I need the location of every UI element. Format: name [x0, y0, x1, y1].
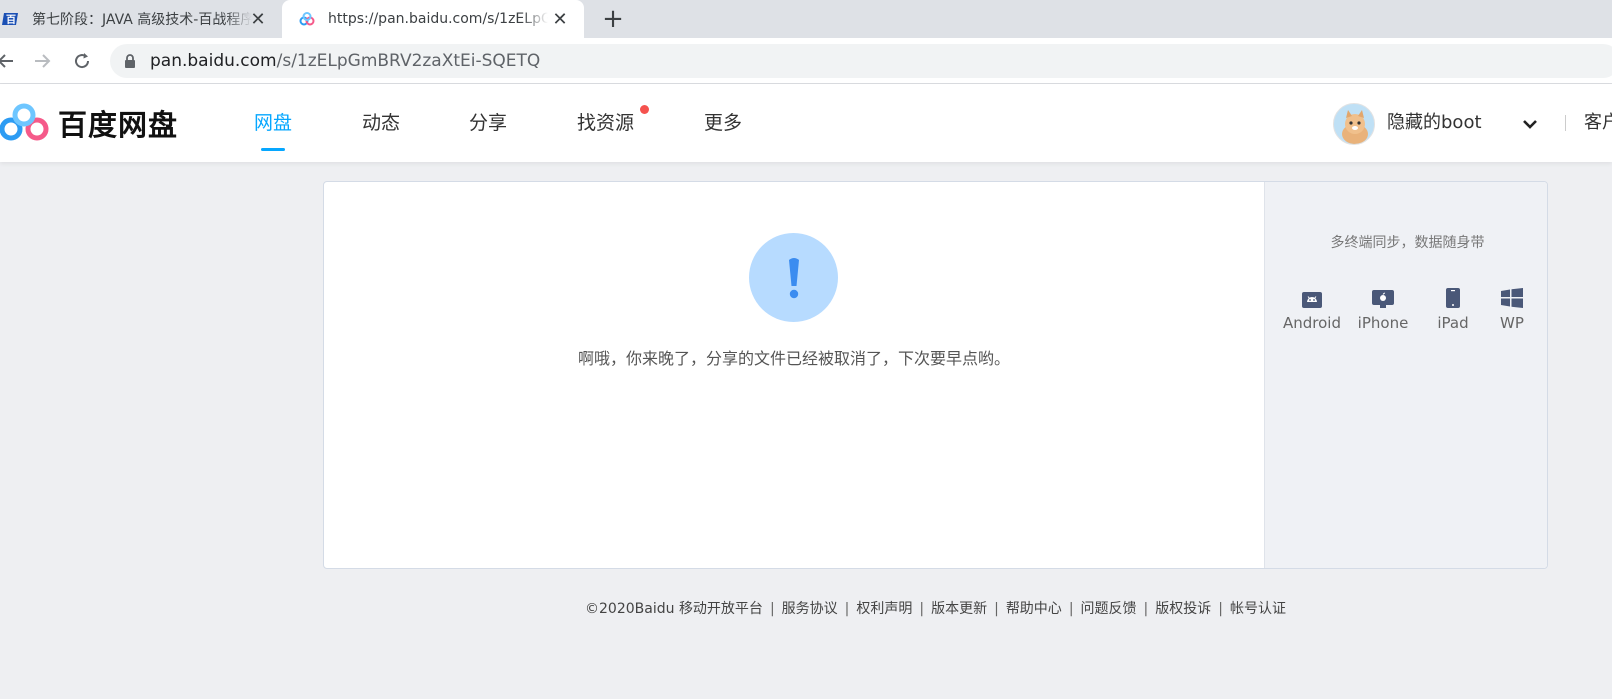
- footer-link-feedback[interactable]: 问题反馈: [1081, 601, 1137, 617]
- error-message: 啊哦，你来晚了，分享的文件已经被取消了，下次要早点哟。: [577, 349, 1010, 368]
- svg-text:百: 百: [6, 14, 16, 26]
- baidu-pan-logo[interactable]: 百度网盘: [0, 102, 178, 144]
- baizhan-favicon-icon: 百: [2, 10, 20, 28]
- nav-item-fenxiang[interactable]: 分享: [469, 108, 507, 138]
- share-error-card: 啊哦，你来晚了，分享的文件已经被取消了，下次要早点哟。 多终端同步，数据随身带 …: [323, 181, 1548, 569]
- username[interactable]: 隐藏的boot: [1387, 108, 1482, 138]
- footer-link-rights[interactable]: 权利声明: [856, 601, 912, 617]
- exclamation-icon: [749, 233, 838, 322]
- reload-icon[interactable]: [68, 47, 96, 75]
- client-download-link[interactable]: 客户端: [1584, 108, 1612, 138]
- footer-separator: |: [1068, 601, 1074, 617]
- browser-tab-java[interactable]: 百 第七阶段：JAVA 高级技术-百战程序员 ✕: [0, 0, 282, 38]
- platform-iphone[interactable]: iPhone: [1348, 282, 1418, 332]
- footer-link-account-verify[interactable]: 帐号认证: [1230, 601, 1286, 617]
- error-panel: 啊哦，你来晚了，分享的文件已经被取消了，下次要早点哟。: [324, 182, 1264, 568]
- footer-separator: |: [919, 601, 925, 617]
- sidebar-title: 多终端同步，数据随身带: [1330, 235, 1485, 251]
- footer-separator: |: [1143, 601, 1149, 617]
- nav-item-gengduo[interactable]: 更多: [704, 108, 742, 138]
- nav-item-wangpan[interactable]: 网盘: [254, 108, 292, 138]
- footer-separator: |: [994, 601, 999, 617]
- new-tab-icon[interactable]: +: [598, 4, 628, 34]
- footer-separator: |: [1218, 601, 1223, 617]
- forward-icon[interactable]: [28, 47, 56, 75]
- baidu-pan-favicon-icon: [298, 10, 316, 28]
- footer: ©2020Baidu 移动开放平台 | 服务协议 | 权利声明 | 版本更新 | 帮助中心 | 问题…: [323, 598, 1548, 618]
- nav-badge-dot: [640, 105, 649, 114]
- url-path: /s/1zELpGmBRV2zaXtEi-SQETQ: [276, 51, 541, 71]
- nav-item-zhaoziyuan[interactable]: 找资源: [577, 108, 634, 138]
- cat-avatar-icon: [1334, 104, 1374, 144]
- site-header: 百度网盘 网盘 动态 分享 找资源 更多 隐藏的boot 客户端: [0, 84, 1612, 162]
- avatar[interactable]: [1333, 103, 1375, 145]
- footer-separator: |: [769, 601, 775, 617]
- back-icon[interactable]: [0, 47, 20, 75]
- app-download-sidebar: 多终端同步，数据随身带 Android iPhone iPad WP: [1264, 182, 1547, 568]
- tab-title: 第七阶段：JAVA 高级技术-百战程序员: [32, 12, 252, 28]
- tab-title: https://pan.baidu.com/s/1zELpGmBRV2zaXtE…: [328, 11, 548, 27]
- windows-icon: [1477, 282, 1547, 308]
- browser-tab-baidu-pan[interactable]: https://pan.baidu.com/s/1zELpGmBRV2zaXtE…: [282, 0, 584, 38]
- close-tab-icon[interactable]: ✕: [550, 9, 570, 30]
- platform-label: WP: [1500, 314, 1524, 332]
- footer-copyright: ©2020Baidu: [585, 601, 675, 617]
- baidu-pan-logo-icon: [0, 103, 49, 141]
- apple-icon: [1348, 282, 1418, 308]
- footer-link-open-platform[interactable]: 移动开放平台: [679, 601, 763, 617]
- platform-wp[interactable]: WP: [1477, 282, 1547, 332]
- platform-android[interactable]: Android: [1277, 282, 1347, 332]
- android-icon: [1277, 282, 1347, 308]
- browser-tab-strip: 百 第七阶段：JAVA 高级技术-百战程序员 ✕ https://pan.bai…: [0, 0, 1612, 38]
- nav-item-dongtai[interactable]: 动态: [362, 108, 400, 138]
- platform-label: Android: [1283, 314, 1341, 332]
- platform-label: iPhone: [1357, 314, 1409, 332]
- lock-icon: [124, 54, 136, 68]
- footer-separator: |: [844, 601, 850, 617]
- logo-text: 百度网盘: [58, 108, 179, 142]
- header-divider: [1565, 115, 1566, 131]
- close-tab-icon[interactable]: ✕: [248, 9, 268, 30]
- chevron-down-icon[interactable]: [1520, 114, 1540, 134]
- url-host: pan.baidu.com: [150, 51, 277, 71]
- address-bar[interactable]: pan.baidu.com/s/1zELpGmBRV2zaXtEi-SQETQ: [110, 44, 1612, 78]
- footer-link-version[interactable]: 版本更新: [931, 601, 987, 617]
- browser-toolbar: pan.baidu.com/s/1zELpGmBRV2zaXtEi-SQETQ: [0, 38, 1612, 84]
- footer-link-copyright-complaint[interactable]: 版权投诉: [1155, 601, 1211, 617]
- active-nav-indicator: [261, 148, 285, 151]
- footer-link-service-agreement[interactable]: 服务协议: [782, 601, 838, 617]
- footer-link-help[interactable]: 帮助中心: [1006, 601, 1062, 617]
